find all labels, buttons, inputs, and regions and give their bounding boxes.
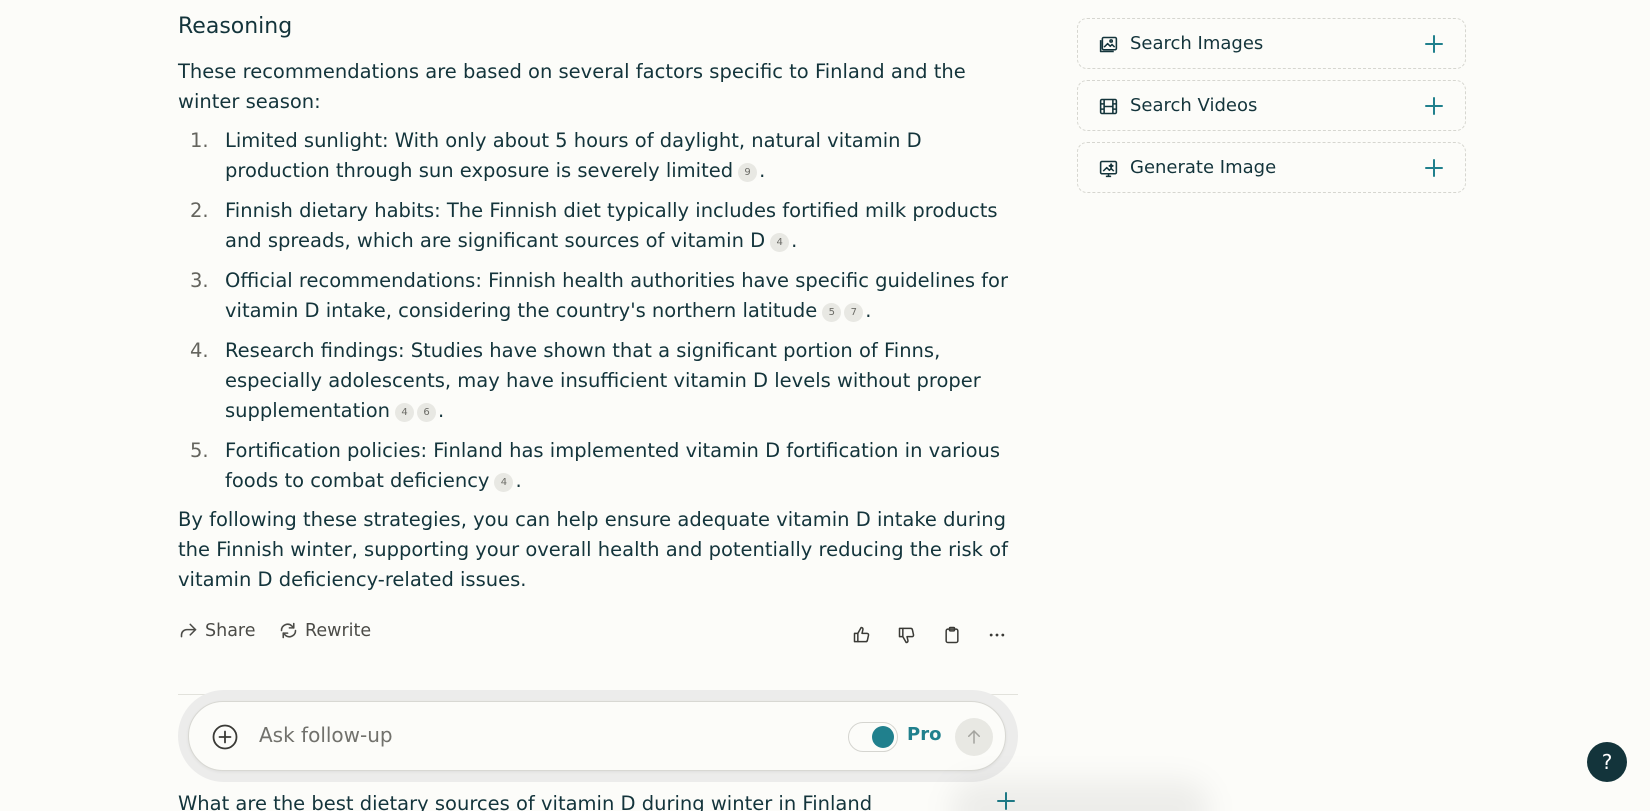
share-button[interactable]: Share	[178, 620, 256, 641]
citation-badge[interactable]: 4	[494, 473, 514, 492]
citation-badge[interactable]: 4	[395, 403, 414, 422]
citation-badge[interactable]: 4	[770, 233, 790, 252]
arrow-up-icon	[968, 730, 980, 744]
citation-badge[interactable]: 7	[844, 303, 864, 322]
outro-paragraph: By following these strategies, you can h…	[178, 508, 1008, 591]
list-item: 2. Finnish dietary habits: The Finnish d…	[178, 196, 1018, 256]
share-label: Share	[205, 620, 256, 641]
attach-plus-icon[interactable]	[211, 723, 239, 751]
list-item-text: Limited sunlight: With only about 5 hour…	[225, 129, 922, 182]
list-number: 4.	[190, 339, 209, 362]
citation-badge[interactable]: 9	[738, 163, 758, 182]
overlay-shadow	[950, 780, 1210, 811]
plus-icon	[1425, 159, 1443, 177]
video-icon	[1099, 98, 1118, 115]
reasoning-list: 1. Limited sunlight: With only about 5 h…	[178, 126, 1018, 506]
list-item: 4. Research findings: Studies have shown…	[178, 336, 1018, 426]
list-number: 2.	[190, 199, 209, 222]
pro-label: Pro	[907, 724, 942, 745]
answer-actions: Share Rewrite	[178, 620, 1018, 650]
citation-badge[interactable]: 5	[822, 303, 842, 322]
send-button[interactable]	[955, 718, 993, 756]
rewrite-button[interactable]: Rewrite	[278, 620, 371, 641]
thumbs-up-button[interactable]	[849, 622, 875, 648]
more-icon	[989, 633, 1005, 637]
plus-icon	[1425, 97, 1443, 115]
clipboard-icon	[945, 626, 959, 644]
list-item-text: Finnish dietary habits: The Finnish diet…	[225, 199, 998, 252]
list-number: 3.	[190, 269, 209, 292]
list-number: 1.	[190, 129, 209, 152]
intro-paragraph: These recommendations are based on sever…	[178, 60, 966, 113]
list-item: 1. Limited sunlight: With only about 5 h…	[178, 126, 1018, 186]
card-label: Search Videos	[1130, 95, 1258, 116]
plus-icon	[1425, 35, 1443, 53]
thumbs-up-icon	[853, 626, 870, 643]
thumbs-down-icon	[898, 627, 915, 644]
pro-toggle[interactable]	[848, 722, 898, 752]
card-label: Search Images	[1130, 33, 1264, 54]
rewrite-icon	[280, 622, 297, 639]
thumbs-down-button[interactable]	[894, 622, 920, 648]
related-question[interactable]: What are the best dietary sources of vit…	[178, 792, 1018, 811]
list-item-text: Research findings: Studies have shown th…	[225, 339, 981, 422]
share-icon	[180, 623, 197, 638]
toggle-knob	[872, 726, 894, 748]
composer-box: Pro	[188, 701, 1006, 771]
list-item-text: Fortification policies: Finland has impl…	[225, 439, 1001, 492]
search-images-card[interactable]: Search Images	[1077, 18, 1466, 69]
search-videos-card[interactable]: Search Videos	[1077, 80, 1466, 131]
section-heading: Reasoning	[178, 14, 293, 39]
follow-up-input[interactable]	[259, 723, 759, 747]
image-icon	[1099, 36, 1118, 53]
list-item: 3. Official recommendations: Finnish hea…	[178, 266, 1018, 326]
list-item: 5. Fortification policies: Finland has i…	[178, 436, 1018, 496]
generate-image-icon	[1099, 160, 1118, 178]
list-item-text: Official recommendations: Finnish health…	[225, 269, 1008, 322]
follow-up-composer: Pro	[178, 690, 1018, 782]
help-button[interactable]: ?	[1587, 742, 1627, 782]
generate-image-card[interactable]: Generate Image	[1077, 142, 1466, 193]
card-label: Generate Image	[1130, 157, 1277, 178]
copy-button[interactable]	[939, 622, 965, 648]
rewrite-label: Rewrite	[305, 620, 372, 641]
list-number: 5.	[190, 439, 209, 462]
more-button[interactable]	[984, 622, 1010, 648]
citation-badge[interactable]: 6	[417, 403, 436, 422]
